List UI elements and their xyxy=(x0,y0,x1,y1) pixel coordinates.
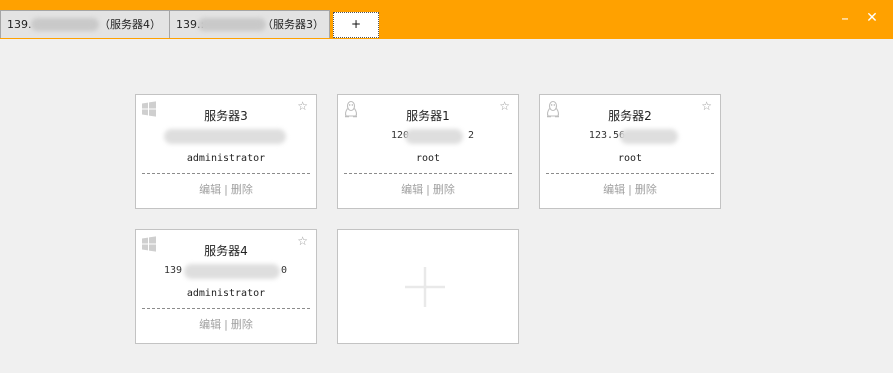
card-divider xyxy=(142,173,310,174)
card-divider xyxy=(546,173,714,174)
server-ip: 123.56. xyxy=(588,130,632,141)
card-actions: 编辑 | 删除 xyxy=(136,181,316,197)
tab-server-3[interactable]: 139.: （服务器3） xyxy=(169,10,330,38)
server-card[interactable]: ☆ 服务器3 administrator 编辑 | 删除 xyxy=(135,94,317,209)
server-username: administrator xyxy=(186,288,266,299)
server-username: root xyxy=(617,153,643,164)
card-actions: 编辑 | 删除 xyxy=(540,181,720,197)
ip-redaction xyxy=(184,264,280,279)
ip-redaction xyxy=(405,129,463,144)
ip-redaction xyxy=(620,129,678,144)
server-name: 服务器2 xyxy=(608,109,652,123)
tab-server-4[interactable]: 139. （服务器4） xyxy=(0,10,170,38)
delete-link[interactable]: 删除 xyxy=(231,318,253,331)
tab-server-name: （服务器3） xyxy=(262,18,324,31)
edit-link[interactable]: 编辑 xyxy=(603,183,625,196)
server-name: 服务器4 xyxy=(204,244,248,258)
ip-redaction xyxy=(164,129,286,144)
add-server-card[interactable] xyxy=(337,229,519,344)
server-username: root xyxy=(415,153,441,164)
minimize-button[interactable]: – xyxy=(834,7,856,29)
close-button[interactable]: ✕ xyxy=(861,7,883,29)
ip-redaction xyxy=(198,18,266,31)
delete-link[interactable]: 删除 xyxy=(635,183,657,196)
tab-server-name: （服务器4） xyxy=(99,18,161,31)
action-separator: | xyxy=(224,183,228,196)
server-username: administrator xyxy=(186,153,266,164)
action-separator: | xyxy=(426,183,430,196)
edit-link[interactable]: 编辑 xyxy=(199,183,221,196)
card-actions: 编辑 | 删除 xyxy=(338,181,518,197)
add-tab-button[interactable]: + xyxy=(333,12,379,38)
card-divider xyxy=(142,308,310,309)
server-name: 服务器3 xyxy=(204,109,248,123)
delete-link[interactable]: 删除 xyxy=(433,183,455,196)
delete-link[interactable]: 删除 xyxy=(231,183,253,196)
edit-link[interactable]: 编辑 xyxy=(401,183,423,196)
server-ip: 120. xyxy=(390,130,416,141)
server-ip-tail: 2 xyxy=(468,130,475,141)
server-card[interactable]: ☆ 服务器4 139 0 administrator 编辑 | 删除 xyxy=(135,229,317,344)
server-card[interactable]: ☆ 服务器2 123.56. root 编辑 | 删除 xyxy=(539,94,721,209)
plus-icon xyxy=(405,267,445,307)
server-ip-tail: 0 xyxy=(281,265,288,276)
action-separator: | xyxy=(224,318,228,331)
ip-redaction xyxy=(31,18,99,31)
server-ip: 139 xyxy=(164,265,183,276)
card-divider xyxy=(344,173,512,174)
card-actions: 编辑 | 删除 xyxy=(136,316,316,332)
server-card[interactable]: ☆ 服务器1 120. 2 root 编辑 | 删除 xyxy=(337,94,519,209)
server-name: 服务器1 xyxy=(406,109,450,123)
action-separator: | xyxy=(628,183,632,196)
title-bar: 139. （服务器4） 139.: （服务器3） + – ✕ xyxy=(0,0,893,39)
tab-ip: 139. xyxy=(7,18,32,31)
edit-link[interactable]: 编辑 xyxy=(199,318,221,331)
